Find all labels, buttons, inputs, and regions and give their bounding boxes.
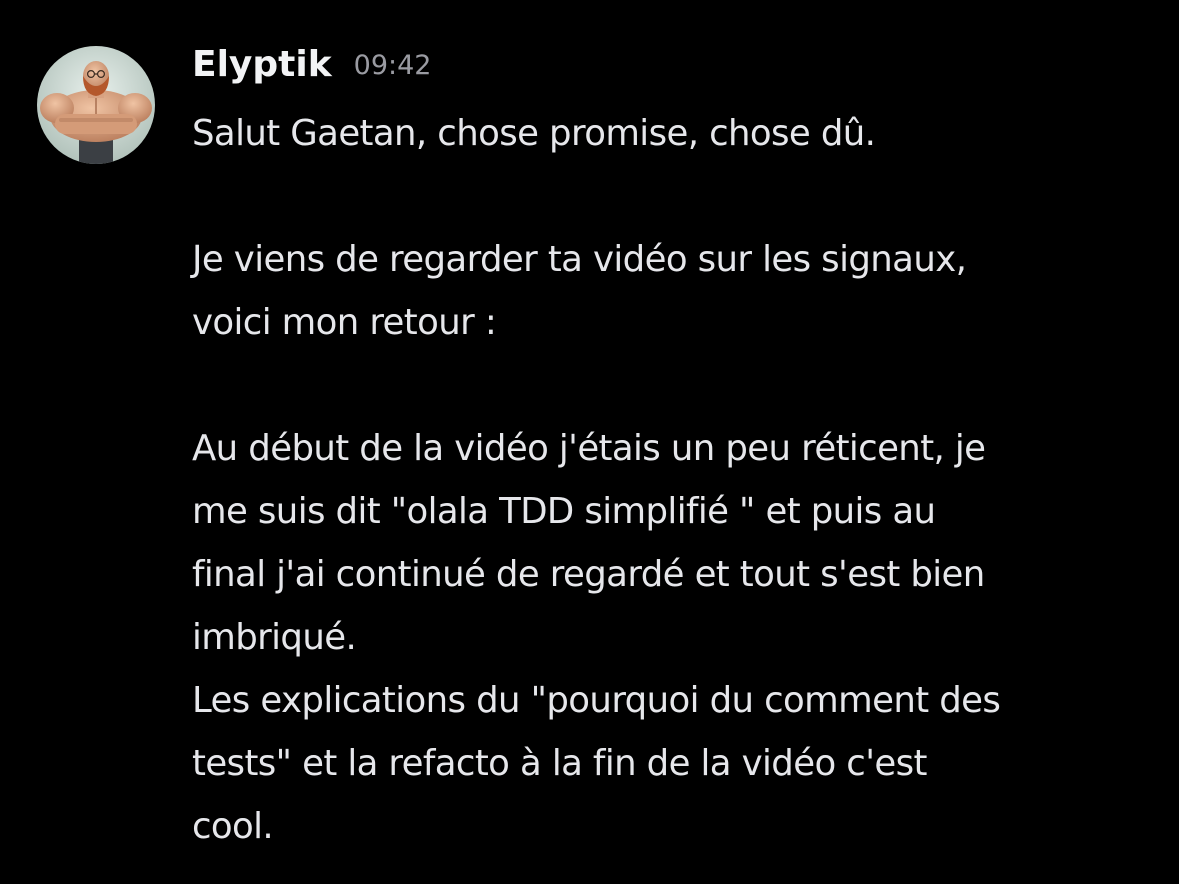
message-line: tests" et la refacto à la fin de la vidé…: [192, 743, 927, 784]
message-line: final j'ai continué de regardé et tout s…: [192, 554, 985, 595]
message-line: cool.: [192, 806, 274, 847]
message-line: me suis dit "olala TDD simplifié " et pu…: [192, 491, 936, 532]
message-line: Salut Gaetan, chose promise, chose dû.: [192, 113, 876, 154]
message-line: voici mon retour :: [192, 302, 497, 343]
message-line: Au début de la vidéo j'étais un peu réti…: [192, 428, 986, 469]
author-username[interactable]: Elyptik: [192, 44, 332, 85]
message-line: Je viens de regarder ta vidéo sur les si…: [192, 239, 967, 280]
message-line: Les explications du "pourquoi du comment…: [192, 680, 1001, 721]
message-line: imbriqué.: [192, 617, 357, 658]
chat-message: Elyptik 09:42 Salut Gaetan, chose promise…: [0, 0, 1179, 884]
muscular-bearded-man-avatar-icon: [37, 46, 155, 164]
message-header: Elyptik 09:42: [192, 44, 431, 96]
message-timestamp: 09:42: [353, 50, 432, 81]
user-avatar[interactable]: [37, 46, 155, 164]
message-content: Salut Gaetan, chose promise, chose dû. J…: [192, 102, 1162, 858]
